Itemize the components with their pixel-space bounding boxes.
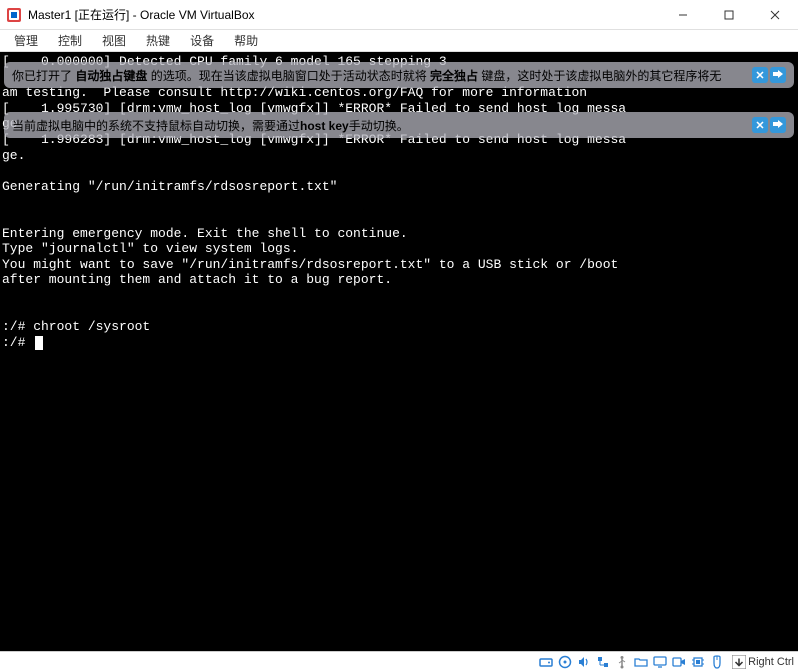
notification-close-icon[interactable]: ✕ <box>752 117 768 133</box>
terminal-cursor <box>35 336 43 350</box>
virtualbox-icon <box>6 7 22 23</box>
notification-keyboard-capture: 你已打开了 自动独占键盘 的选项。现在当该虚拟电脑窗口处于活动状态时就将 完全独… <box>4 62 794 88</box>
usb-icon[interactable] <box>613 654 630 671</box>
menu-help[interactable]: 帮助 <box>224 30 268 51</box>
minimize-button[interactable] <box>660 0 706 30</box>
host-key-indicator[interactable]: Right Ctrl <box>732 655 794 669</box>
hard-disk-icon[interactable] <box>537 654 554 671</box>
menu-manage[interactable]: 管理 <box>4 30 48 51</box>
display-icon[interactable] <box>651 654 668 671</box>
window-controls <box>660 0 798 30</box>
notification-text: 你已打开了 自动独占键盘 的选项。现在当该虚拟电脑窗口处于活动状态时就将 完全独… <box>12 67 744 84</box>
window-title: Master1 [正在运行] - Oracle VM VirtualBox <box>28 6 255 23</box>
optical-disk-icon[interactable] <box>556 654 573 671</box>
close-button[interactable] <box>752 0 798 30</box>
shared-folder-icon[interactable] <box>632 654 649 671</box>
notification-actions: ✕ <box>752 67 786 83</box>
notification-dismiss-icon[interactable] <box>770 67 786 83</box>
terminal-output: [ 0.000000] Detected CPU family 6 model … <box>0 52 798 352</box>
menubar: 管理 控制 视图 热键 设备 帮助 <box>0 30 798 52</box>
notification-text: 当前虚拟电脑中的系统不支持鼠标自动切换，需要通过host key手动切换。 <box>12 117 744 134</box>
notification-close-icon[interactable]: ✕ <box>752 67 768 83</box>
menu-control[interactable]: 控制 <box>48 30 92 51</box>
recording-icon[interactable] <box>670 654 687 671</box>
vm-display-area[interactable]: [ 0.000000] Detected CPU family 6 model … <box>0 52 798 651</box>
notification-actions: ✕ <box>752 117 786 133</box>
menu-hotkeys[interactable]: 热键 <box>136 30 180 51</box>
notification-mouse-capture: 当前虚拟电脑中的系统不支持鼠标自动切换，需要通过host key手动切换。 ✕ <box>4 112 794 138</box>
cpu-icon[interactable] <box>689 654 706 671</box>
host-key-label: Right Ctrl <box>748 656 794 668</box>
network-icon[interactable] <box>594 654 611 671</box>
mouse-icon[interactable] <box>708 654 725 671</box>
maximize-button[interactable] <box>706 0 752 30</box>
audio-icon[interactable] <box>575 654 592 671</box>
window-titlebar: Master1 [正在运行] - Oracle VM VirtualBox <box>0 0 798 30</box>
menu-view[interactable]: 视图 <box>92 30 136 51</box>
menu-devices[interactable]: 设备 <box>180 30 224 51</box>
notification-dismiss-icon[interactable] <box>770 117 786 133</box>
statusbar: Right Ctrl <box>0 651 798 672</box>
down-arrow-icon <box>732 655 746 669</box>
